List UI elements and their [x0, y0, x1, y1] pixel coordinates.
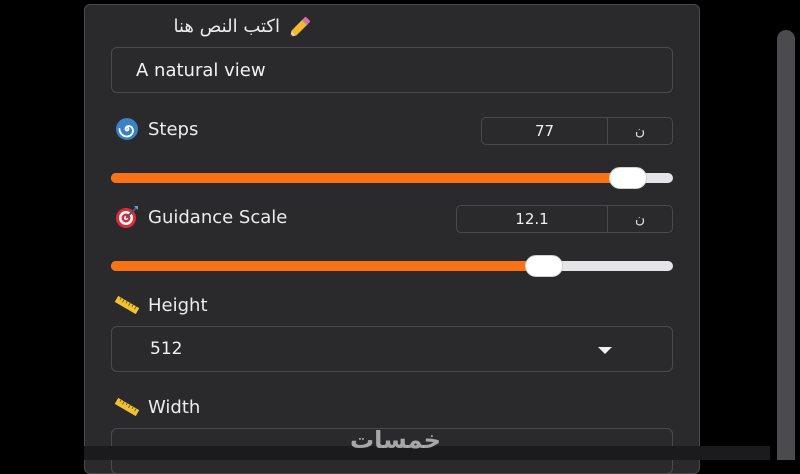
chevron-down-icon[interactable] — [598, 347, 612, 354]
guidance-label-row: Guidance Scale — [114, 204, 287, 230]
height-label-row: Height — [114, 292, 208, 318]
watermark: خمسات — [350, 426, 441, 454]
steps-label: Steps — [148, 118, 199, 140]
guidance-number-box: 12.1 ن — [456, 205, 673, 233]
prompt-label-row: اكتب النص هنا — [174, 13, 315, 39]
vertical-scrollbar[interactable] — [777, 30, 795, 460]
pencil-icon — [288, 13, 314, 39]
prompt-input-value[interactable]: A natural view — [136, 60, 266, 81]
ruler-icon — [114, 394, 140, 420]
guidance-value-input[interactable]: 12.1 — [457, 206, 608, 232]
guidance-reset-button[interactable]: ن — [608, 206, 672, 232]
guidance-slider-fill — [111, 261, 544, 271]
width-label-row: Width — [114, 394, 200, 420]
steps-number-box: 77 ن — [481, 117, 673, 145]
steps-slider-fill — [111, 173, 628, 183]
height-select[interactable]: 512 — [111, 326, 673, 372]
steps-value-input[interactable]: 77 — [482, 118, 608, 144]
guidance-label: Guidance Scale — [148, 206, 288, 228]
spiral-icon — [114, 116, 140, 142]
height-label: Height — [148, 294, 208, 316]
steps-slider[interactable] — [111, 167, 673, 189]
steps-reset-button[interactable]: ن — [608, 118, 672, 144]
guidance-slider-thumb[interactable] — [525, 255, 563, 277]
height-selected-value: 512 — [150, 339, 183, 359]
prompt-input[interactable]: A natural view — [111, 47, 673, 93]
guidance-slider[interactable] — [111, 255, 673, 277]
steps-slider-thumb[interactable] — [609, 167, 647, 189]
target-icon — [114, 204, 140, 230]
prompt-label: اكتب النص هنا — [173, 15, 281, 37]
ruler-icon — [114, 292, 140, 318]
width-label: Width — [148, 396, 201, 418]
steps-label-row: Steps — [114, 116, 198, 142]
